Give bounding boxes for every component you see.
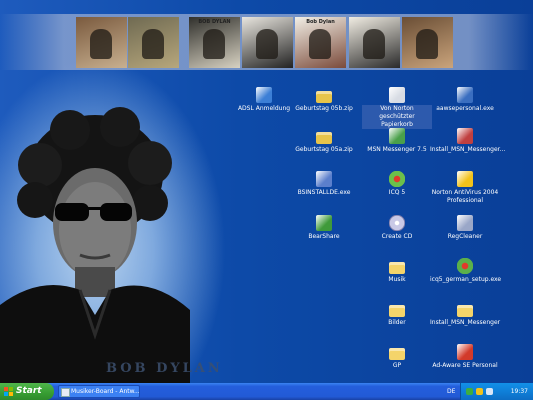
desktop-icon-label: aawsepersonal.exe — [436, 105, 494, 112]
desktop-icon[interactable]: Geburtstag 05a.zip — [289, 128, 359, 154]
desktop-icon[interactable]: aawsepersonal.exe — [430, 87, 500, 113]
tray-icon-network[interactable] — [486, 388, 493, 395]
start-label: Start — [16, 386, 42, 396]
taskbar-button-label: Musiker-Board - Antw... — [71, 388, 140, 395]
desktop-icon[interactable]: MSN Messenger 7.5 — [362, 128, 432, 154]
desktop-icon[interactable]: Install_MSN_Messenger — [430, 301, 500, 327]
album-cover-6 — [349, 17, 400, 68]
desktop-icon-label: MSN Messenger 7.5 — [367, 146, 427, 153]
album-cover-strip: BOB DYLAN Bob Dylan — [0, 14, 533, 70]
album-art — [416, 29, 438, 59]
album-cover-3: BOB DYLAN — [189, 17, 240, 68]
desktop-icon-label: Ad-Aware SE Personal — [432, 362, 498, 369]
desktop-icon[interactable]: Geburtstag 05b.zip — [289, 87, 359, 113]
album-cover-7 — [402, 17, 453, 68]
windows-flag-icon — [4, 387, 13, 396]
browser-window-icon — [61, 388, 70, 397]
desktop-icon-label: ICQ 5 — [388, 189, 406, 196]
desktop-icon-label: Install_MSN_Messenger — [430, 319, 501, 326]
album-art — [90, 29, 112, 59]
zip-folder-icon — [316, 132, 332, 144]
wallpaper-caption: BOB DYLAN — [106, 361, 223, 376]
system-tray: 19:37 — [460, 383, 533, 400]
icq-flower-icon — [389, 171, 405, 187]
desktop-icon-label: icq5_german_setup.exe — [430, 276, 502, 283]
msn-installer-icon — [457, 128, 473, 144]
album-art — [203, 29, 225, 59]
language-indicator[interactable]: DE — [447, 383, 455, 400]
desktop-icon-label: GP — [392, 362, 402, 369]
recycle-bin-icon — [389, 87, 405, 103]
desktop-icon-label: Musik — [388, 276, 406, 283]
album-title: BOB DYLAN — [198, 19, 231, 25]
desktop-icon-label: RegCleaner — [447, 233, 483, 240]
norton-icon — [457, 171, 473, 187]
folder-icon — [389, 262, 405, 274]
desktop-icon[interactable]: Create CD — [362, 215, 432, 241]
album-cover-1 — [76, 17, 127, 68]
taskbar-button-musiker-board[interactable]: Musiker-Board - Antw... — [58, 385, 140, 398]
network-connection-icon — [256, 87, 272, 103]
create-cd-icon — [389, 215, 405, 231]
start-button[interactable]: Start — [0, 383, 54, 400]
clock: 19:37 — [510, 388, 528, 395]
folder-icon — [389, 348, 405, 360]
zip-folder-icon — [316, 91, 332, 103]
desktop-icon-label: Bilder — [388, 319, 406, 326]
regcleaner-icon — [457, 215, 473, 231]
bearshare-icon — [316, 215, 332, 231]
desktop-icon-label: BearShare — [308, 233, 340, 240]
desktop-icon-label: Geburtstag 05b.zip — [295, 105, 353, 112]
ad-aware-icon — [457, 344, 473, 360]
desktop-icon[interactable]: icq5_german_setup.exe — [430, 258, 502, 284]
tray-icon-messenger[interactable] — [466, 388, 473, 395]
album-cover-5: Bob Dylan — [295, 17, 346, 68]
folder-icon — [457, 305, 473, 317]
album-art — [142, 29, 164, 59]
album-art — [363, 29, 385, 59]
msn-messenger-icon — [389, 128, 405, 144]
album-cover-2 — [128, 17, 179, 68]
album-art — [256, 29, 278, 59]
desktop[interactable]: BOB DYLAN Bob Dylan BOB DYLAN ADSL Anmeld… — [0, 0, 533, 383]
desktop-icon-label: BSINSTALLDE.exe — [297, 189, 351, 196]
desktop-icon-label: Create CD — [381, 233, 413, 240]
album-cover-4 — [242, 17, 293, 68]
taskbar: Start Musiker-Board - Antw... DE 19:37 — [0, 383, 533, 400]
desktop-icon[interactable]: BSINSTALLDE.exe — [289, 171, 359, 197]
desktop-icon-label: Von Norton geschützter Papierkorb — [362, 105, 432, 129]
desktop-icon[interactable]: Bilder — [362, 301, 432, 327]
desktop-icon[interactable]: Musik — [362, 258, 432, 284]
desktop-icon[interactable]: Von Norton geschützter Papierkorb — [362, 87, 432, 129]
desktop-icon[interactable]: RegCleaner — [430, 215, 500, 241]
desktop-icon[interactable]: GP — [362, 344, 432, 370]
folder-icon — [389, 305, 405, 317]
desktop-icon-label: Install_MSN_Messenger... — [430, 146, 506, 153]
desktop-icon[interactable]: BearShare — [289, 215, 359, 241]
installer-icon — [316, 171, 332, 187]
tray-icon-antivirus[interactable] — [476, 388, 483, 395]
desktop-icon[interactable]: Install_MSN_Messenger... — [430, 128, 506, 154]
desktop-icon[interactable]: Ad-Aware SE Personal — [430, 344, 500, 370]
desktop-icon[interactable]: Norton AntiVirus 2004 Professional — [430, 171, 500, 205]
wallpaper-portrait — [0, 107, 190, 383]
album-art — [309, 29, 331, 59]
desktop-icon[interactable]: ICQ 5 — [362, 171, 432, 197]
icq-setup-icon — [457, 258, 473, 274]
desktop-icon-label: Geburtstag 05a.zip — [295, 146, 353, 153]
installer-icon — [457, 87, 473, 103]
desktop-icon-label: Norton AntiVirus 2004 Professional — [431, 189, 499, 204]
album-title: Bob Dylan — [306, 19, 335, 25]
